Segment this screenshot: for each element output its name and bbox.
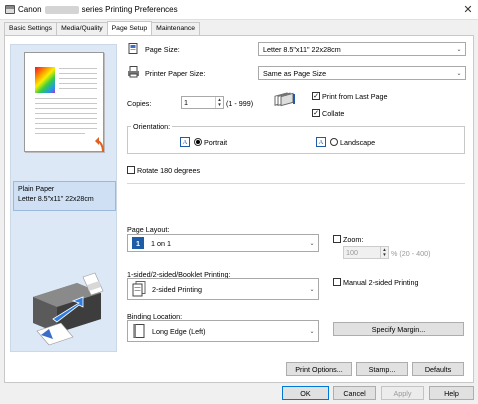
text-line bbox=[35, 108, 97, 109]
page-layout-label: Page Layout: bbox=[127, 225, 170, 234]
zoom-checkbox[interactable] bbox=[333, 235, 341, 243]
orientation-label: Orientation: bbox=[131, 122, 173, 131]
printer-paper-size-icon bbox=[128, 66, 139, 78]
check-mark-icon: ✓ bbox=[313, 109, 319, 117]
text-line bbox=[35, 103, 97, 104]
print-options-button[interactable]: Print Options... bbox=[286, 362, 352, 376]
portrait-label[interactable]: Portrait bbox=[204, 138, 227, 147]
portrait-radio[interactable] bbox=[194, 138, 202, 146]
page-size-label: Page Size: bbox=[145, 45, 180, 54]
help-button[interactable]: Help bbox=[429, 386, 474, 400]
tab-maintenance[interactable]: Maintenance bbox=[151, 22, 201, 35]
page-layout-icon: 1 bbox=[132, 237, 144, 249]
landscape-icon: A bbox=[316, 137, 326, 147]
collate-checkbox[interactable]: ✓ bbox=[312, 109, 320, 117]
window-title: Canon series Printing Preferences bbox=[18, 5, 178, 14]
tab-page-setup[interactable]: Page Setup bbox=[106, 21, 153, 35]
zoom-spinner[interactable]: 100 ▲ ▼ bbox=[343, 246, 389, 259]
printer-paper-size-label: Printer Paper Size: bbox=[145, 69, 206, 78]
copies-range: (1 - 999) bbox=[226, 99, 254, 108]
copies-label: Copies: bbox=[127, 99, 152, 108]
spinner-down-icon[interactable]: ▼ bbox=[217, 102, 221, 107]
tab-basic-settings[interactable]: Basic Settings bbox=[4, 22, 58, 35]
landscape-radio[interactable] bbox=[330, 138, 338, 146]
spinner-arrows-icon[interactable]: ▲ ▼ bbox=[215, 97, 223, 108]
text-line bbox=[59, 68, 97, 69]
chevron-down-icon: ⌄ bbox=[456, 46, 462, 53]
section-divider bbox=[127, 183, 465, 184]
text-line bbox=[59, 78, 97, 79]
duplex-dropdown[interactable]: 2-sided Printing ⌄ bbox=[127, 278, 319, 300]
duplex-value: 2-sided Printing bbox=[152, 284, 202, 294]
media-summary: Plain Paper Letter 8.5"x11" 22x28cm bbox=[13, 181, 116, 211]
collate-label[interactable]: Collate bbox=[322, 109, 344, 118]
copies-spinner[interactable]: 1 ▲ ▼ bbox=[181, 96, 224, 109]
printer-illustration-icon bbox=[33, 272, 104, 346]
apply-button[interactable]: Apply bbox=[381, 386, 424, 400]
stamp-button[interactable]: Stamp... bbox=[356, 362, 408, 376]
text-line bbox=[59, 83, 97, 84]
media-type-text: Plain Paper bbox=[18, 186, 55, 193]
manual-2-sided-checkbox[interactable] bbox=[333, 278, 341, 286]
page-preview bbox=[24, 52, 104, 153]
printer-app-icon bbox=[5, 5, 15, 14]
text-line bbox=[35, 113, 97, 114]
text-line bbox=[59, 88, 97, 89]
text-line bbox=[35, 98, 97, 99]
zoom-range: % (20 - 400) bbox=[391, 249, 431, 258]
print-from-last-page-checkbox[interactable]: ✓ bbox=[312, 92, 320, 100]
page-layout-dropdown[interactable]: 1 1 on 1 ⌄ bbox=[127, 234, 319, 252]
text-line bbox=[35, 128, 97, 129]
reverse-order-arrow-icon bbox=[95, 137, 104, 153]
title-bar: Canon series Printing Preferences ✕ bbox=[0, 0, 478, 20]
media-size-text: Letter 8.5"x11" 22x28cm bbox=[18, 196, 94, 203]
spinner-down-icon[interactable]: ▼ bbox=[382, 252, 386, 257]
manual-2-sided-label[interactable]: Manual 2-sided Printing bbox=[343, 278, 419, 287]
radio-selected-dot bbox=[196, 140, 200, 144]
page-size-value: Letter 8.5"x11" 22x28cm bbox=[263, 44, 341, 54]
chevron-down-icon: ⌄ bbox=[309, 286, 315, 293]
window-title-brand: Canon bbox=[18, 5, 42, 14]
text-line bbox=[35, 118, 97, 119]
rotate-180-label[interactable]: Rotate 180 degrees bbox=[137, 166, 200, 175]
tab-strip: Basic Settings Media/Quality Page Setup … bbox=[4, 21, 201, 35]
landscape-label[interactable]: Landscape bbox=[340, 138, 375, 147]
binding-long-edge-icon bbox=[133, 324, 145, 338]
collate-pages-icon bbox=[274, 92, 295, 107]
copies-value[interactable]: 1 bbox=[184, 98, 188, 107]
print-from-last-page-label[interactable]: Print from Last Page bbox=[322, 92, 388, 101]
page-size-icon bbox=[128, 43, 138, 54]
rotate-180-checkbox[interactable] bbox=[127, 166, 135, 174]
printer-paper-size-dropdown[interactable]: Same as Page Size ⌄ bbox=[258, 66, 466, 80]
redacted-model-name bbox=[44, 5, 79, 14]
specify-margin-button[interactable]: Specify Margin... bbox=[333, 322, 464, 336]
defaults-button[interactable]: Defaults bbox=[412, 362, 464, 376]
page-layout-value: 1 on 1 bbox=[151, 238, 171, 248]
check-mark-icon: ✓ bbox=[313, 92, 319, 100]
window-title-suffix: series Printing Preferences bbox=[81, 5, 178, 14]
orientation-group bbox=[127, 126, 465, 154]
preview-pane: Plain Paper Letter 8.5"x11" 22x28cm bbox=[10, 44, 117, 352]
two-sided-printing-icon bbox=[132, 281, 146, 297]
tab-media-quality[interactable]: Media/Quality bbox=[56, 22, 108, 35]
text-line bbox=[59, 73, 97, 74]
portrait-icon: A bbox=[180, 137, 190, 147]
binding-location-dropdown[interactable]: Long Edge (Left) ⌄ bbox=[127, 320, 319, 342]
zoom-value[interactable]: 100 bbox=[346, 248, 358, 257]
binding-location-value: Long Edge (Left) bbox=[152, 326, 206, 336]
chevron-down-icon: ⌄ bbox=[309, 328, 315, 335]
ok-button[interactable]: OK bbox=[282, 386, 329, 400]
zoom-label[interactable]: Zoom: bbox=[343, 235, 363, 244]
chevron-down-icon: ⌄ bbox=[456, 70, 462, 77]
photo-thumbnail bbox=[35, 67, 55, 93]
spinner-arrows-icon[interactable]: ▲ ▼ bbox=[380, 247, 388, 258]
printer-paper-size-value: Same as Page Size bbox=[263, 68, 327, 78]
cancel-button[interactable]: Cancel bbox=[333, 386, 376, 400]
text-line bbox=[35, 133, 85, 134]
page-size-dropdown[interactable]: Letter 8.5"x11" 22x28cm ⌄ bbox=[258, 42, 466, 56]
chevron-down-icon: ⌄ bbox=[309, 240, 315, 247]
close-icon[interactable]: ✕ bbox=[462, 3, 474, 16]
text-line bbox=[35, 123, 97, 124]
